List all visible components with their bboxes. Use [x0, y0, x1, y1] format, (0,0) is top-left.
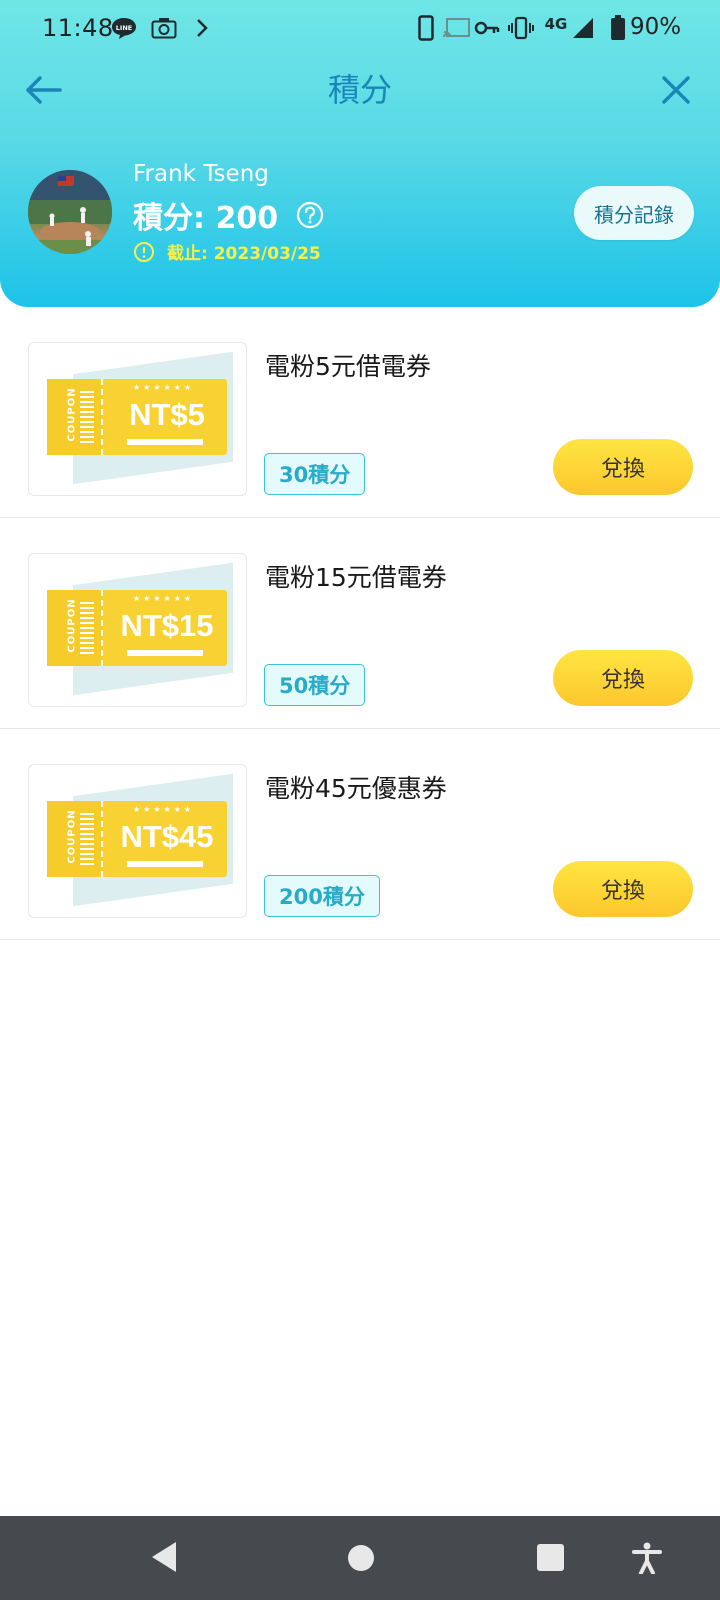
reward-item: COUPON ★★★★★★ NT$5 電粉5元借電券 30積分 兌換: [0, 307, 720, 518]
coupon-value: NT$5: [129, 397, 205, 432]
coupon-graphic: COUPON ★★★★★★ NT$5: [47, 351, 233, 485]
battery-icon: [610, 14, 626, 42]
barcode-icon: [80, 602, 94, 654]
status-bar: 11:48 LINE 4G 90%: [0, 0, 720, 56]
avatar: [28, 170, 112, 254]
key-icon: [474, 14, 500, 42]
help-icon[interactable]: [296, 201, 324, 229]
close-icon: [662, 76, 690, 104]
reward-title: 電粉5元借電券: [265, 352, 431, 381]
accessibility-icon[interactable]: [632, 1542, 662, 1575]
camera-icon: [150, 14, 178, 42]
points-row: 積分: 200: [133, 193, 324, 237]
signal-icon: [570, 14, 596, 42]
nav-back-icon[interactable]: [152, 1542, 176, 1572]
points-cost-badge: 30積分: [264, 453, 366, 495]
reward-item: COUPON ★★★★★★ NT$15 電粉15元借電券 50積分 兌換: [0, 518, 720, 729]
coupon-stars: ★★★★★★: [133, 383, 195, 392]
barcode-icon: [80, 813, 94, 865]
warning-icon: [133, 241, 155, 263]
arrow-left-icon: [26, 76, 62, 104]
nav-home-icon[interactable]: [348, 1545, 374, 1571]
reward-title: 電粉15元借電券: [265, 563, 447, 592]
battery-percent: 90%: [630, 14, 682, 40]
svg-text:LINE: LINE: [116, 24, 132, 32]
expiry-row: 截止: 2023/03/25: [133, 239, 321, 264]
header: 11:48 LINE 4G 90% 積分 Frank Tseng 積分: 200…: [0, 0, 720, 307]
coupon-word: COUPON: [66, 809, 78, 864]
status-time: 11:48: [42, 14, 114, 42]
user-name: Frank Tseng: [133, 161, 269, 187]
rewards-list: COUPON ★★★★★★ NT$5 電粉5元借電券 30積分 兌換 COUPO…: [0, 307, 720, 940]
coupon-stars: ★★★★★★: [133, 594, 195, 603]
nav-recents-icon[interactable]: [537, 1544, 564, 1571]
network-type: 4G: [544, 15, 568, 33]
back-button[interactable]: [22, 68, 66, 112]
redeem-button[interactable]: 兌換: [553, 861, 693, 917]
coupon-graphic: COUPON ★★★★★★ NT$45: [47, 773, 233, 907]
coupon-value: NT$45: [120, 819, 214, 854]
chevron-right-icon: [192, 14, 212, 42]
coupon-value: NT$15: [120, 608, 214, 643]
points-total: 積分: 200: [133, 201, 279, 236]
line-icon: LINE: [110, 14, 138, 42]
phone-icon: [416, 14, 436, 42]
page-title: 積分: [327, 71, 392, 109]
reward-item: COUPON ★★★★★★ NT$45 電粉45元優惠券 200積分 兌換: [0, 729, 720, 940]
close-button[interactable]: [654, 68, 698, 112]
cast-icon: [442, 14, 472, 42]
expiry-date: 截止: 2023/03/25: [167, 244, 321, 264]
coupon-thumbnail: COUPON ★★★★★★ NT$15: [28, 553, 247, 707]
redeem-button[interactable]: 兌換: [553, 439, 693, 495]
coupon-thumbnail: COUPON ★★★★★★ NT$45: [28, 764, 247, 918]
points-record-button[interactable]: 積分記錄: [574, 186, 694, 240]
points-cost-badge: 200積分: [264, 875, 380, 917]
coupon-thumbnail: COUPON ★★★★★★ NT$5: [28, 342, 247, 496]
vibrate-icon: [508, 14, 534, 42]
redeem-button[interactable]: 兌換: [553, 650, 693, 706]
coupon-word: COUPON: [66, 387, 78, 442]
coupon-stars: ★★★★★★: [133, 805, 195, 814]
coupon-word: COUPON: [66, 598, 78, 653]
coupon-graphic: COUPON ★★★★★★ NT$15: [47, 562, 233, 696]
system-nav-bar: [0, 1516, 720, 1600]
reward-title: 電粉45元優惠券: [265, 774, 447, 803]
points-cost-badge: 50積分: [264, 664, 366, 706]
barcode-icon: [80, 391, 94, 443]
